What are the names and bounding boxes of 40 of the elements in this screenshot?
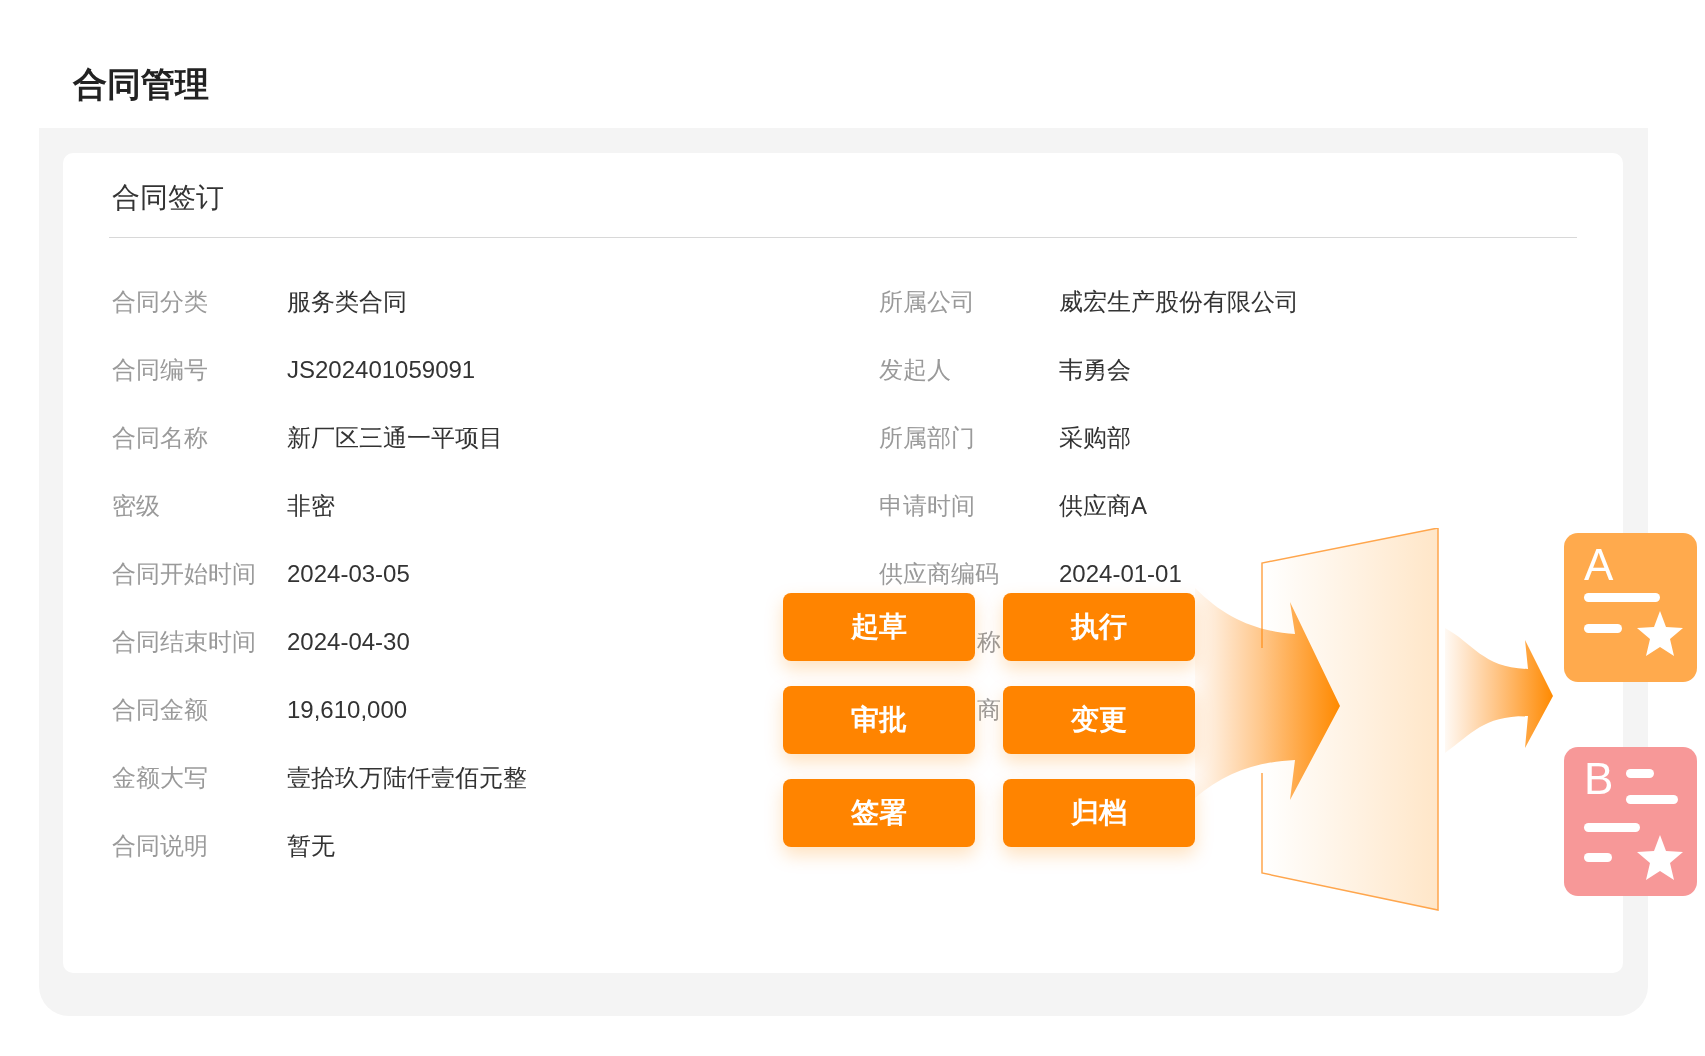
field-label: 称 <box>977 627 1001 657</box>
field-value: 采购部 <box>1059 423 1131 453</box>
field-label: 合同开始时间 <box>112 559 257 589</box>
field-value: 威宏生产股份有限公司 <box>1059 287 1299 317</box>
field-label: 合同金额 <box>112 695 209 725</box>
field-label: 商 <box>977 695 1001 725</box>
field-label: 合同结束时间 <box>112 627 257 657</box>
field-label: 发起人 <box>879 355 952 385</box>
field-value: 壹拾玖万陆仟壹佰元整 <box>287 763 527 793</box>
card-letter: A <box>1584 543 1614 587</box>
page-title: 合同管理 <box>73 63 209 105</box>
stage-button[interactable]: 变更 <box>1003 686 1195 754</box>
field-label: 合同编号 <box>112 355 209 385</box>
field-value: 新厂区三通一平项目 <box>287 423 503 453</box>
card-title: 合同签订 <box>111 181 224 215</box>
stage-button[interactable]: 起草 <box>783 593 975 661</box>
field-label: 金额大写 <box>112 763 209 793</box>
field-label: 合同说明 <box>112 831 209 861</box>
stage-button[interactable]: 审批 <box>783 686 975 754</box>
field-label: 合同名称 <box>112 423 209 453</box>
field-value: 供应商A <box>1059 491 1147 521</box>
field-value: 2024-04-30 <box>287 627 410 657</box>
stage-button[interactable]: 归档 <box>1003 779 1195 847</box>
field-value: 非密 <box>287 491 335 521</box>
field-label: 合同分类 <box>112 287 209 317</box>
field-label: 所属公司 <box>879 287 976 317</box>
card-letter: B <box>1584 757 1614 801</box>
field-label: 密级 <box>112 491 161 521</box>
field-label: 所属部门 <box>879 423 976 453</box>
field-value: 2024-01-01 <box>1059 559 1182 589</box>
field-value: 韦勇会 <box>1059 355 1131 385</box>
field-value: 2024-03-05 <box>287 559 410 589</box>
field-value: 服务类合同 <box>287 287 407 317</box>
stage-button[interactable]: 执行 <box>1003 593 1195 661</box>
field-label: 供应商编码 <box>879 559 1000 589</box>
field-value: 暂无 <box>287 831 335 861</box>
field-value: 19,610,000 <box>287 695 408 725</box>
field-label: 申请时间 <box>879 491 976 521</box>
field-value: JS202401059091 <box>287 355 476 385</box>
stage-button[interactable]: 签署 <box>783 779 975 847</box>
